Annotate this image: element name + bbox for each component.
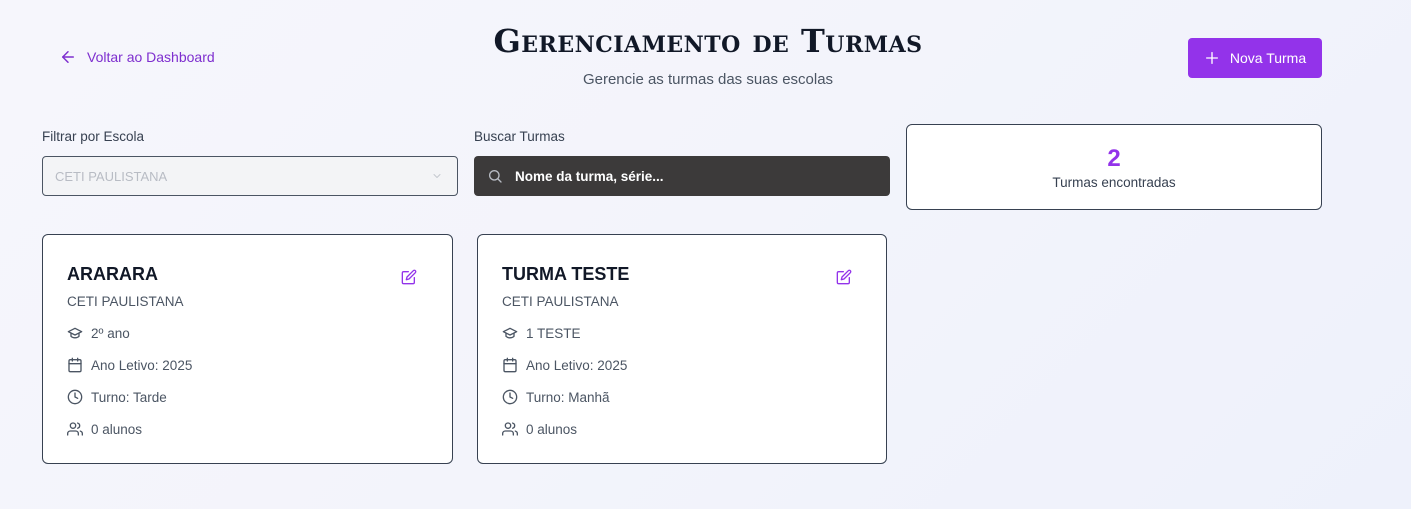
school-filter-value: CETI PAULISTANA — [55, 168, 168, 184]
classes-count: 2 — [1107, 145, 1121, 172]
edit-icon[interactable] — [836, 269, 852, 285]
class-shift: Turno: Tarde — [91, 389, 167, 405]
class-card: ARARARA CETI PAULISTANA 2º ano Ano Letiv… — [42, 234, 453, 464]
users-icon — [67, 422, 83, 436]
chevron-down-icon — [433, 174, 441, 178]
class-grade-row: 1 TESTE — [502, 325, 581, 341]
clock-icon — [67, 389, 83, 405]
class-students-row: 0 alunos — [67, 421, 142, 437]
graduation-cap-icon — [502, 327, 518, 339]
classes-count-label: Turmas encontradas — [1052, 175, 1176, 190]
class-year-row: Ano Letivo: 2025 — [67, 357, 192, 373]
class-name: ARARARA — [67, 264, 158, 284]
search-label: Buscar Turmas — [474, 129, 565, 144]
class-students: 0 alunos — [526, 421, 578, 437]
search-field — [474, 156, 890, 196]
class-card: TURMA TESTE CETI PAULISTANA 1 TESTE Ano … — [477, 234, 887, 464]
search-input[interactable] — [515, 168, 875, 184]
class-students: 0 alunos — [91, 421, 143, 437]
users-icon — [502, 422, 518, 436]
clock-icon — [502, 389, 518, 405]
class-school: CETI PAULISTANA — [502, 294, 619, 309]
classes-count-card: 2 Turmas encontradas — [906, 124, 1322, 210]
class-shift: Turno: Manhã — [526, 389, 610, 405]
graduation-cap-icon — [67, 327, 83, 339]
school-filter-label: Filtrar por Escola — [42, 129, 145, 144]
class-grade: 1 TESTE — [526, 325, 581, 341]
edit-icon[interactable] — [401, 269, 417, 285]
class-shift-row: Turno: Manhã — [502, 389, 610, 405]
class-year: Ano Letivo: 2025 — [526, 357, 628, 373]
class-school: CETI PAULISTANA — [67, 294, 184, 309]
school-filter-select[interactable]: CETI PAULISTANA — [42, 156, 458, 196]
plus-icon — [1205, 52, 1218, 64]
search-icon — [489, 170, 502, 183]
class-year-row: Ano Letivo: 2025 — [502, 357, 627, 373]
class-year: Ano Letivo: 2025 — [91, 357, 193, 373]
class-name: TURMA TESTE — [502, 264, 630, 284]
calendar-icon — [68, 357, 82, 373]
class-shift-row: Turno: Tarde — [67, 389, 167, 405]
class-students-row: 0 alunos — [502, 421, 577, 437]
class-grade-row: 2º ano — [67, 325, 130, 341]
class-grade: 2º ano — [91, 325, 130, 341]
new-class-button[interactable]: Nova Turma — [1188, 38, 1322, 78]
calendar-icon — [503, 357, 517, 373]
new-class-button-label: Nova Turma — [1229, 50, 1307, 66]
